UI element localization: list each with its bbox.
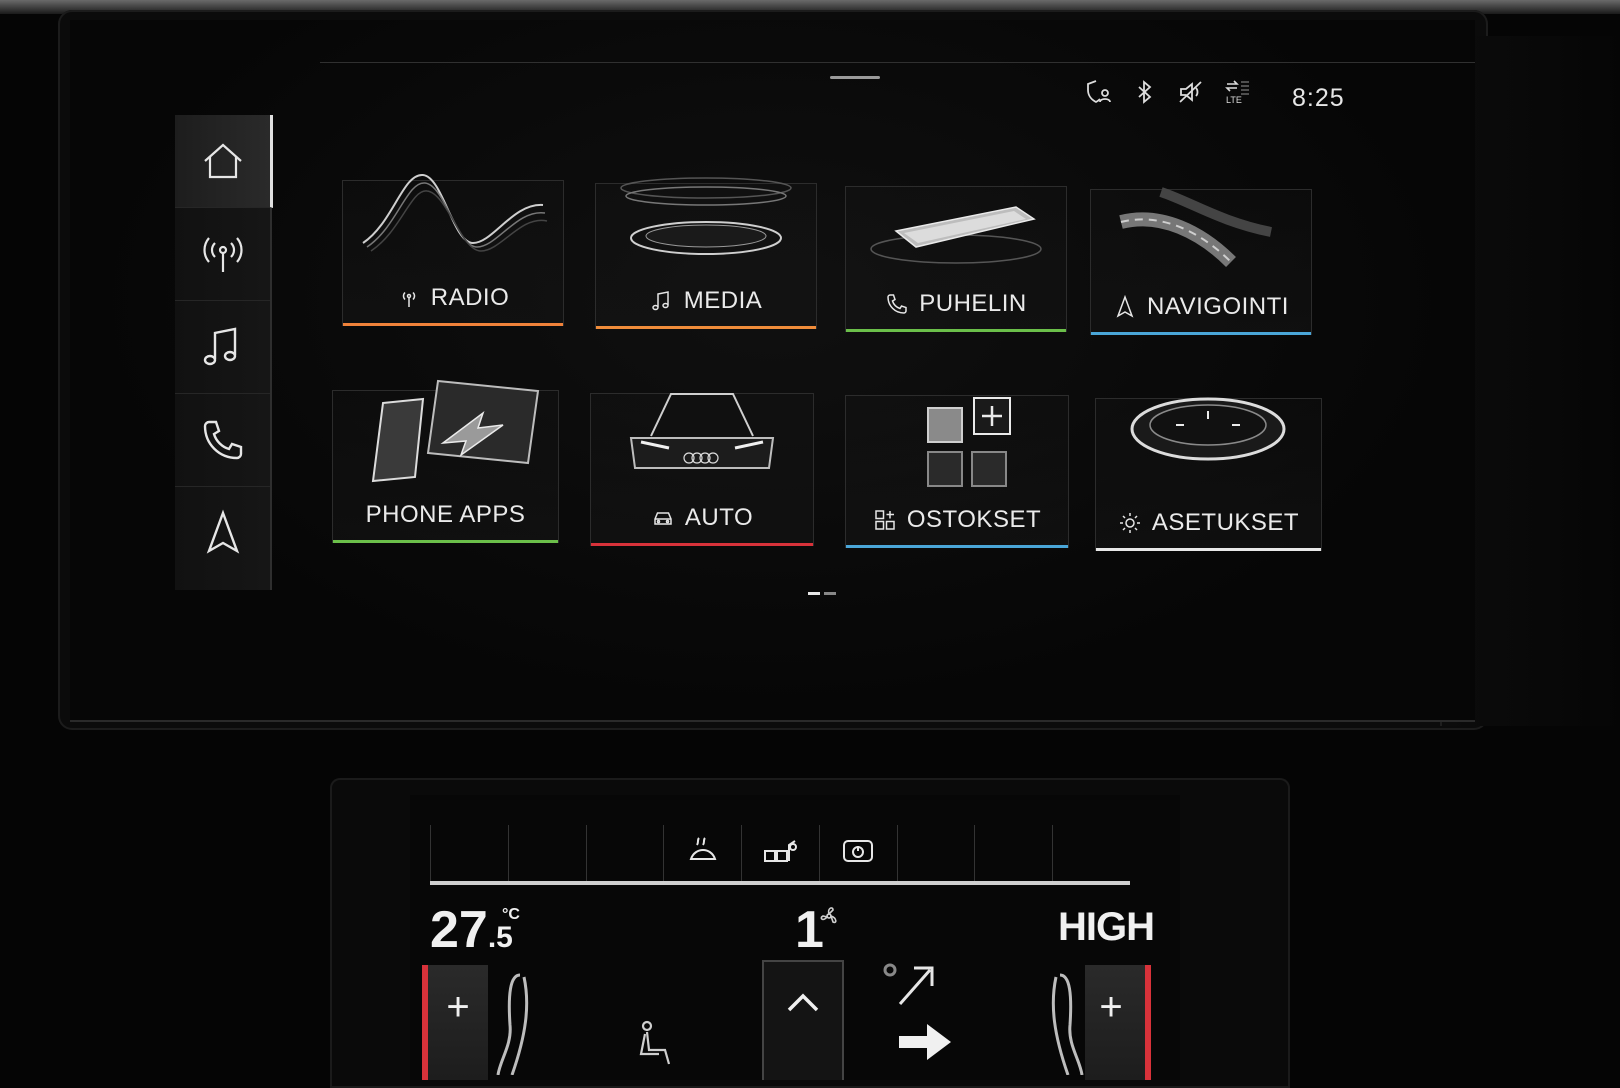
- fan-level[interactable]: 1: [795, 900, 837, 960]
- tile-media[interactable]: MEDIA: [595, 177, 817, 329]
- tile-ostokset[interactable]: OSTOKSET: [845, 395, 1069, 548]
- phone-icon: [203, 420, 242, 460]
- airflow-forward-icon[interactable]: [895, 1020, 955, 1065]
- phone-icon: [887, 294, 907, 314]
- status-divider: [320, 62, 1475, 63]
- climate-screen: 27.5 °C 1 HIGH + +: [410, 795, 1180, 1080]
- climate-tab[interactable]: [507, 825, 586, 881]
- music-note-icon: [203, 327, 236, 366]
- navigation-arrow-icon: [1116, 295, 1134, 318]
- chevron-up-icon: [787, 993, 819, 1012]
- radio-antenna-icon: [402, 291, 415, 307]
- sidebar-item-radio[interactable]: [175, 208, 270, 301]
- notification-pull-handle[interactable]: [830, 76, 880, 79]
- left-temperature-slider[interactable]: +: [422, 965, 488, 1080]
- page-indicator[interactable]: [808, 592, 836, 595]
- tile-auto[interactable]: AUTO: [590, 393, 814, 546]
- sidebar: [175, 115, 273, 590]
- lte-signal-icon[interactable]: LTE: [1223, 78, 1251, 106]
- tile-label: ASETUKSET: [1151, 509, 1300, 536]
- grid-plus-icon: [875, 510, 895, 530]
- climate-tab[interactable]: [1052, 825, 1130, 881]
- temperature-unit: °C: [502, 906, 520, 923]
- road-artwork: [1119, 187, 1272, 267]
- infotainment-screen: LTE 8:25 RADIO MEDIA PUHELIN NAVIGOINTI …: [70, 20, 1475, 722]
- gear-icon: [1119, 513, 1140, 533]
- radio-wave-artwork: [362, 173, 548, 252]
- right-temperature[interactable]: HIGH: [1058, 905, 1155, 950]
- radio-antenna-icon: [202, 237, 243, 272]
- climate-tab[interactable]: [896, 825, 975, 881]
- climate-tabs: [430, 825, 1130, 885]
- navigation-arrow-icon: [206, 509, 239, 554]
- tile-asetukset[interactable]: ASETUKSET: [1095, 397, 1322, 551]
- lte-label: LTE: [1226, 95, 1242, 105]
- defrost-icon: [689, 837, 717, 860]
- privacy-shield-icon[interactable]: [1085, 78, 1113, 106]
- status-icons: LTE: [1085, 78, 1251, 106]
- tile-phone-apps[interactable]: PHONE APPS: [332, 379, 559, 543]
- climate-tab[interactable]: [430, 825, 508, 881]
- left-temperature[interactable]: 27.5 °C: [430, 900, 520, 960]
- fan-icon: [820, 907, 837, 924]
- tile-accent: [591, 543, 813, 546]
- mute-icon[interactable]: [1177, 78, 1205, 106]
- tile-navigointi[interactable]: NAVIGOINTI: [1090, 187, 1312, 335]
- right-seat-icon[interactable]: [1040, 965, 1090, 1075]
- home-icon: [203, 143, 242, 179]
- page-dot-1[interactable]: [808, 592, 820, 595]
- climate-tab[interactable]: [585, 825, 664, 881]
- left-temperature-decimal: .5: [487, 921, 513, 954]
- fan-increase-button[interactable]: [762, 960, 844, 1080]
- car-front-artwork: [629, 393, 775, 469]
- tile-accent: [343, 323, 563, 326]
- left-temperature-whole: 27: [430, 901, 488, 959]
- seat-power-icon: [843, 840, 874, 862]
- phone-device-artwork: [870, 206, 1042, 264]
- phone-apps-artwork: [371, 379, 540, 483]
- right-temperature-slider[interactable]: +: [1085, 965, 1151, 1080]
- media-disc-artwork: [620, 177, 792, 255]
- tile-accent: [333, 540, 558, 543]
- climate-tab-power[interactable]: [818, 825, 897, 881]
- bluetooth-icon[interactable]: [1131, 78, 1159, 106]
- climate-tab[interactable]: [974, 825, 1052, 881]
- left-temp-plus-button[interactable]: +: [438, 985, 478, 1030]
- tile-label: NAVIGOINTI: [1147, 293, 1289, 320]
- climate-tab-defrost[interactable]: [663, 825, 741, 881]
- tile-label: PHONE APPS: [365, 501, 526, 528]
- store-grid-artwork: [927, 397, 1011, 487]
- tile-label: RADIO: [430, 284, 510, 311]
- music-note-icon: [651, 291, 669, 311]
- recirculation-icon: [763, 840, 797, 862]
- tile-label: MEDIA: [683, 287, 763, 314]
- tile-accent: [596, 326, 816, 329]
- left-seat-icon[interactable]: [490, 965, 540, 1075]
- tile-accent: [1091, 332, 1311, 335]
- sidebar-item-navigation[interactable]: [175, 487, 270, 579]
- clock: 8:25: [1292, 84, 1345, 112]
- tile-radio[interactable]: RADIO: [342, 173, 564, 326]
- page-dot-2[interactable]: [824, 592, 836, 595]
- right-temp-plus-button[interactable]: +: [1091, 985, 1131, 1030]
- tile-accent: [846, 545, 1068, 548]
- sidebar-item-home[interactable]: [175, 115, 273, 208]
- tile-label: OSTOKSET: [906, 506, 1042, 533]
- sidebar-item-phone[interactable]: [175, 394, 270, 487]
- tile-puhelin[interactable]: PUHELIN: [845, 186, 1067, 332]
- tile-label: PUHELIN: [919, 290, 1027, 317]
- tile-label: AUTO: [684, 504, 754, 531]
- sidebar-item-media[interactable]: [175, 301, 270, 394]
- airflow-up-icon[interactable]: [880, 960, 940, 1010]
- car-icon: [654, 512, 672, 525]
- climate-tab-recirculation[interactable]: [741, 825, 819, 881]
- tile-accent: [846, 329, 1066, 332]
- settings-dial-artwork: [1130, 397, 1286, 461]
- seated-person-icon[interactable]: [635, 1020, 675, 1068]
- tile-accent: [1096, 548, 1321, 551]
